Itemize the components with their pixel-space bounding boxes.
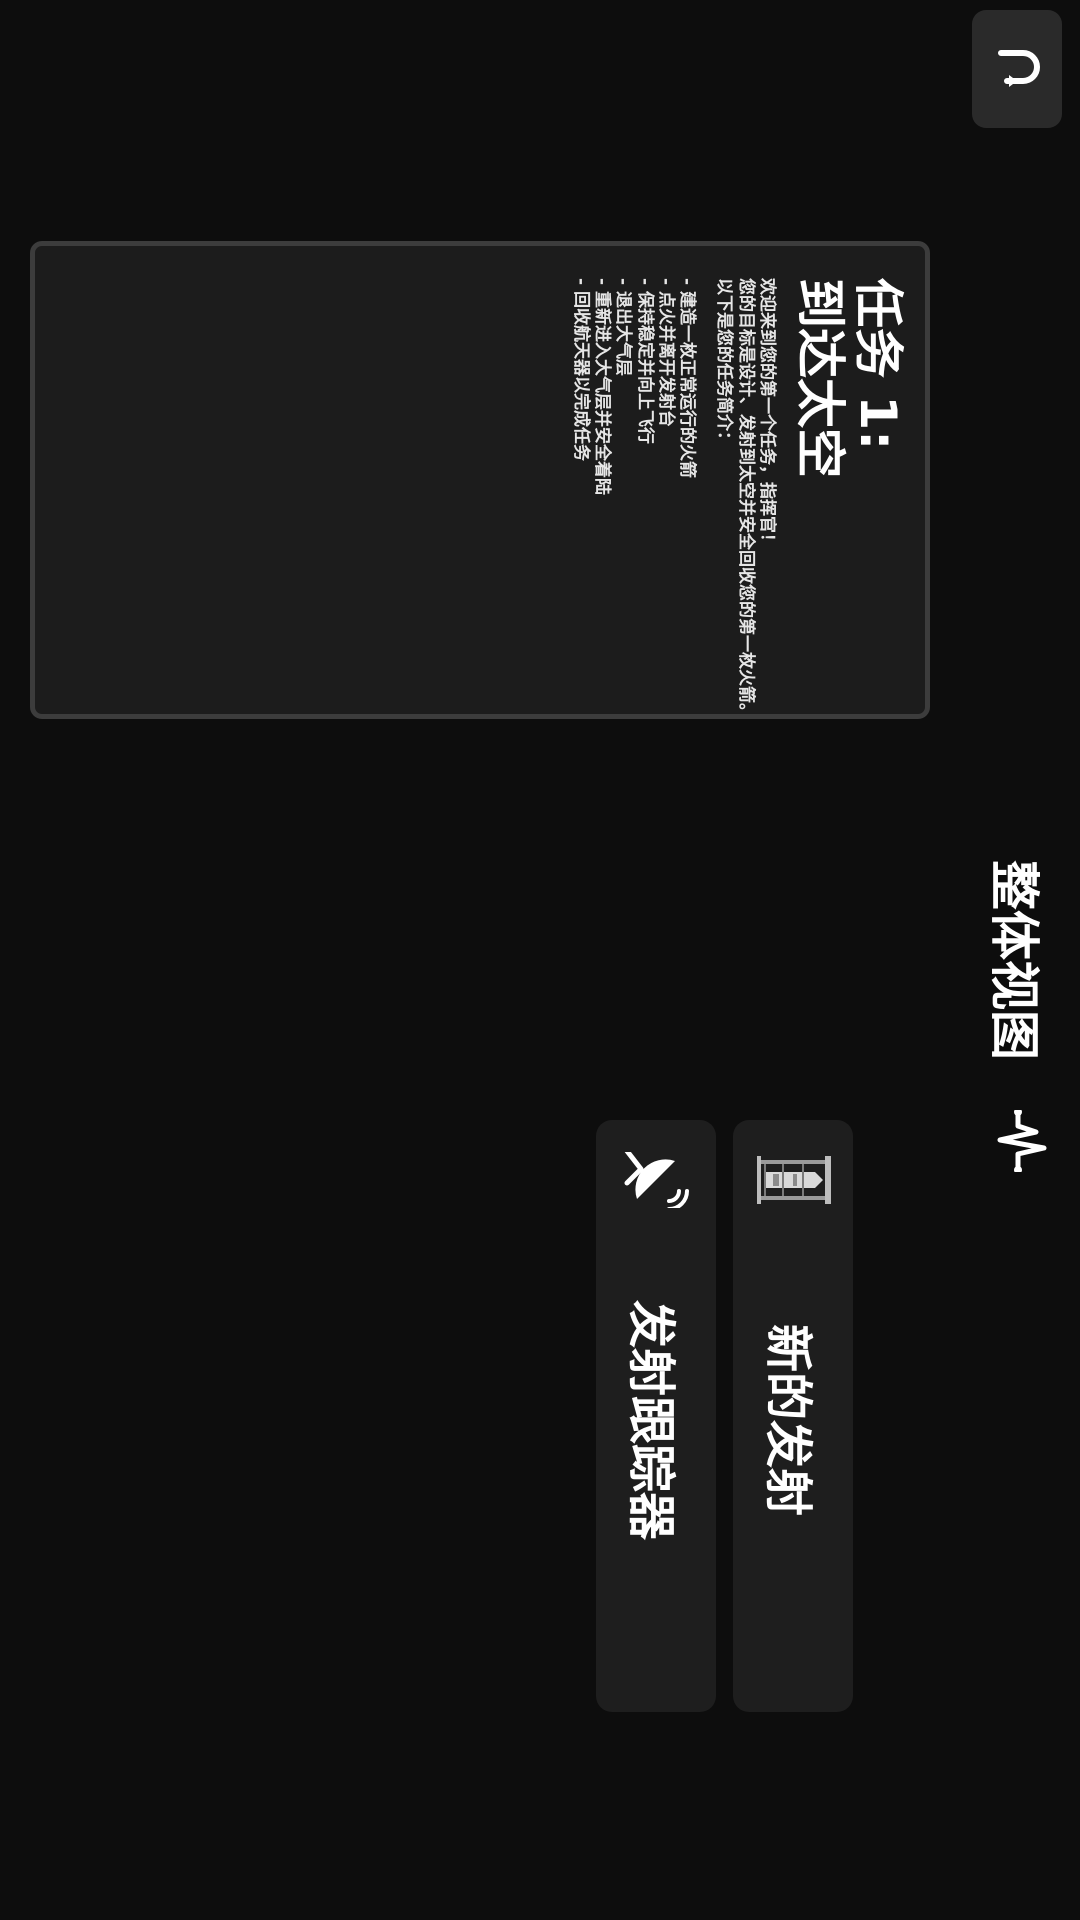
new-launch-button[interactable]: 新的发射 bbox=[733, 1120, 853, 1712]
objective-item: 点火并离开发射台 bbox=[655, 278, 676, 682]
objective-item: 退出大气层 bbox=[612, 278, 634, 682]
objective-item: 建造一枚正常运行的火箭 bbox=[676, 278, 697, 682]
objective-item: 保持稳定并向上飞行 bbox=[634, 278, 655, 682]
screen: 任务 1: 到达太空 欢迎来到您的第一个任务，指挥官！ 您的目标是设计、发射到太… bbox=[0, 0, 1080, 1920]
mission-intro-line: 欢迎来到您的第一个任务，指挥官！ bbox=[757, 278, 777, 550]
mission-title-name: 到达太空 bbox=[791, 278, 850, 478]
mission-objectives: 建造一枚正常运行的火箭 点火并离开发射台 保持稳定并向上飞行 退出大气层 重新进… bbox=[570, 278, 697, 682]
objective-item: 回收航天器以完成任务 bbox=[570, 278, 591, 682]
undo-icon bbox=[998, 50, 1040, 87]
launch-tracker-button[interactable]: 发射跟踪器 bbox=[596, 1120, 716, 1712]
overview-label[interactable]: 整体视图 bbox=[982, 860, 1054, 1060]
satellite-dish-icon bbox=[624, 1152, 689, 1208]
launch-tracker-label: 发射跟踪器 bbox=[623, 1299, 679, 1541]
mission-intro-line: 以下是您的任务简介： bbox=[714, 278, 735, 448]
launch-pad-icon bbox=[757, 1156, 831, 1204]
mission-intro: 欢迎来到您的第一个任务，指挥官！ 您的目标是设计、发射到太空并安全回收您的第一枚… bbox=[713, 278, 778, 719]
pulse-icon[interactable] bbox=[988, 1110, 1054, 1172]
new-launch-label: 新的发射 bbox=[760, 1323, 816, 1517]
objective-item: 重新进入大气层并安全着陆 bbox=[591, 278, 612, 682]
mission-title: 任务 1: 到达太空 bbox=[791, 278, 908, 682]
mission-title-number: 任务 1: bbox=[849, 278, 907, 451]
back-button[interactable] bbox=[972, 10, 1062, 128]
mission-panel: 任务 1: 到达太空 欢迎来到您的第一个任务，指挥官！ 您的目标是设计、发射到太… bbox=[30, 241, 930, 719]
mission-intro-line: 您的目标是设计、发射到太空并安全回收您的第一枚火箭。 bbox=[735, 278, 756, 719]
mission-content: 任务 1: 到达太空 欢迎来到您的第一个任务，指挥官！ 您的目标是设计、发射到太… bbox=[40, 260, 920, 719]
